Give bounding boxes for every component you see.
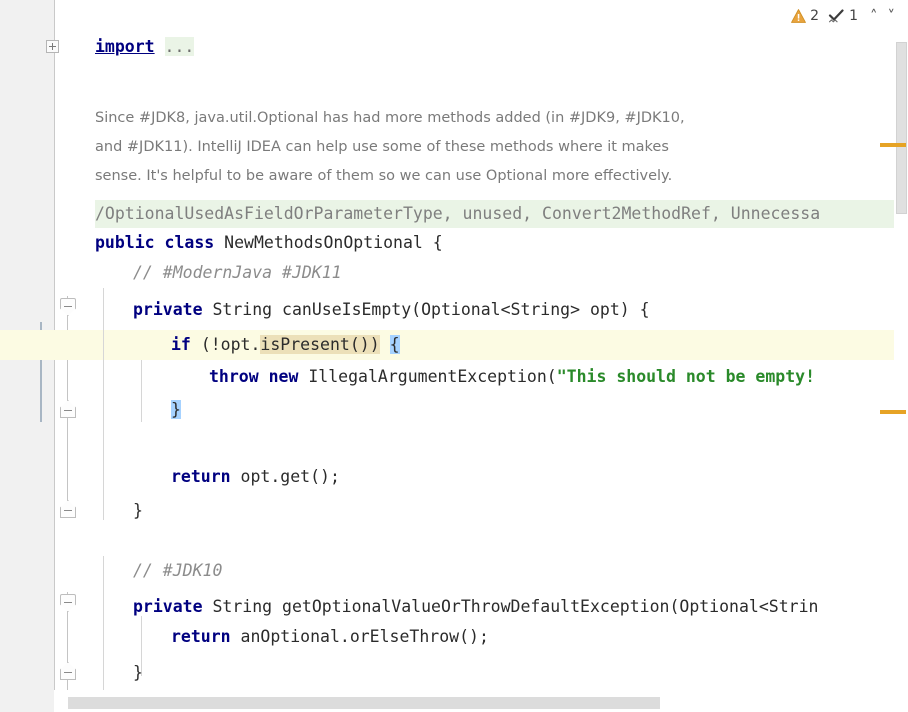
code-line-class-declaration[interactable]: public class NewMethodsOnOptional { bbox=[95, 228, 908, 258]
class-open-brace: { bbox=[433, 233, 443, 252]
warning-marker-1[interactable] bbox=[880, 143, 906, 147]
method2-close-brace: } bbox=[133, 663, 143, 682]
warning-count: 2 bbox=[810, 8, 819, 24]
method1-close-brace: } bbox=[133, 501, 143, 520]
code-line-comment-modernjava[interactable]: // #ModernJava #JDK11 bbox=[95, 258, 908, 288]
keyword-return-m2: return bbox=[171, 627, 231, 646]
comment-modernjava: // #ModernJava #JDK11 bbox=[133, 263, 342, 282]
caret-line-gutter-highlight bbox=[0, 330, 95, 360]
doc-comment-line-3: sense. It's helpful to be aware of them … bbox=[95, 162, 895, 191]
code-line-method2-signature[interactable]: private String getOptionalValueOrThrowDe… bbox=[95, 592, 908, 622]
horizontal-scrollbar-track[interactable] bbox=[0, 690, 908, 712]
keyword-throw: throw bbox=[209, 367, 259, 386]
warning-marker-2[interactable] bbox=[880, 410, 906, 414]
warning-triangle-icon[interactable] bbox=[791, 9, 806, 23]
comment-jdk10: // #JDK10 bbox=[133, 561, 222, 580]
chevron-up-icon[interactable]: ˄ bbox=[867, 9, 881, 23]
code-line-return-orelsethrow[interactable]: return anOptional.orElseThrow(); bbox=[95, 622, 908, 652]
code-line-return-optget[interactable]: return opt.get(); bbox=[95, 462, 908, 492]
vertical-scrollbar-thumb[interactable] bbox=[896, 42, 907, 214]
code-line-comment-jdk10[interactable]: // #JDK10 bbox=[95, 556, 908, 586]
if-condition-close: ()) bbox=[350, 335, 380, 354]
chevron-down-icon[interactable]: ˅ bbox=[885, 9, 899, 23]
if-space bbox=[380, 335, 390, 354]
return-expression-m2: anOptional.orElseThrow(); bbox=[241, 627, 489, 646]
suppression-comment-text: /OptionalUsedAsFieldOrParameterType, unu… bbox=[95, 204, 820, 223]
code-line-if-close-brace[interactable]: } bbox=[95, 395, 908, 425]
method2-signature: getOptionalValueOrThrowDefaultException(… bbox=[282, 597, 818, 616]
code-line-throw[interactable]: throw new IllegalArgumentException("This… bbox=[95, 362, 908, 392]
keyword-if: if bbox=[171, 335, 191, 354]
code-line-method1-signature[interactable]: private String canUseIsEmpty(Optional<St… bbox=[95, 295, 908, 325]
annotation-marker-method1[interactable] bbox=[14, 296, 40, 322]
fold-expand-plus-icon[interactable] bbox=[46, 40, 59, 53]
keyword-private-m1: private bbox=[133, 300, 203, 319]
if-open-brace-selected: { bbox=[390, 335, 400, 354]
editor-text-area[interactable]: import ... Since #JDK8, java.util.Option… bbox=[95, 0, 908, 690]
keyword-public: public bbox=[95, 233, 155, 252]
horizontal-scrollbar-thumb[interactable] bbox=[68, 697, 660, 709]
inspection-status-widget[interactable]: 2 1 ˄ ˅ bbox=[791, 4, 898, 28]
inspection-checkmark-icon[interactable] bbox=[828, 9, 845, 23]
exception-message-string: "This should not be empty! bbox=[557, 367, 815, 386]
code-line-suppression[interactable]: /OptionalUsedAsFieldOrParameterType, unu… bbox=[95, 199, 908, 229]
doc-comment-line-2: and #JDK11). IntelliJ IDEA can help use … bbox=[95, 133, 895, 162]
import-keyword: import bbox=[95, 37, 155, 56]
doc-comment-line-1: Since #JDK8, java.util.Optional has had … bbox=[95, 104, 895, 133]
code-line-method1-close[interactable]: } bbox=[95, 496, 908, 526]
if-close-brace-selected: } bbox=[171, 400, 181, 419]
intellij-editor-window: import ... Since #JDK8, java.util.Option… bbox=[0, 0, 908, 712]
keyword-return-m1: return bbox=[171, 467, 231, 486]
horizontal-scrollbar-gutter-pad bbox=[0, 690, 54, 712]
class-name: NewMethodsOnOptional bbox=[224, 233, 423, 252]
type-string-m1: String bbox=[212, 300, 272, 319]
ispresent-highlighted-call[interactable]: isPresent bbox=[260, 335, 349, 354]
keyword-new: new bbox=[269, 367, 299, 386]
vertical-scrollbar-track[interactable] bbox=[894, 0, 908, 690]
keyword-class: class bbox=[165, 233, 215, 252]
if-condition-open: (!opt. bbox=[201, 335, 261, 354]
fold-line-method1-body bbox=[67, 358, 68, 518]
folded-imports-placeholder[interactable]: ... bbox=[165, 37, 195, 56]
exception-constructor-call: IllegalArgumentException( bbox=[308, 367, 556, 386]
rendered-doc-comment[interactable]: Since #JDK8, java.util.Optional has had … bbox=[95, 104, 895, 191]
return-expression-m1: opt.get(); bbox=[241, 467, 340, 486]
type-string-m2: String bbox=[212, 597, 272, 616]
annotation-marker-method2[interactable] bbox=[14, 592, 40, 618]
keyword-private-m2: private bbox=[133, 597, 203, 616]
code-line-import[interactable]: import ... bbox=[95, 32, 908, 62]
method1-signature: canUseIsEmpty(Optional<String> opt) { bbox=[282, 300, 650, 319]
inspection-count: 1 bbox=[849, 8, 858, 24]
code-line-if-statement[interactable]: if (!opt.isPresent()) { bbox=[95, 330, 908, 360]
code-line-method2-close[interactable]: } bbox=[95, 658, 908, 688]
